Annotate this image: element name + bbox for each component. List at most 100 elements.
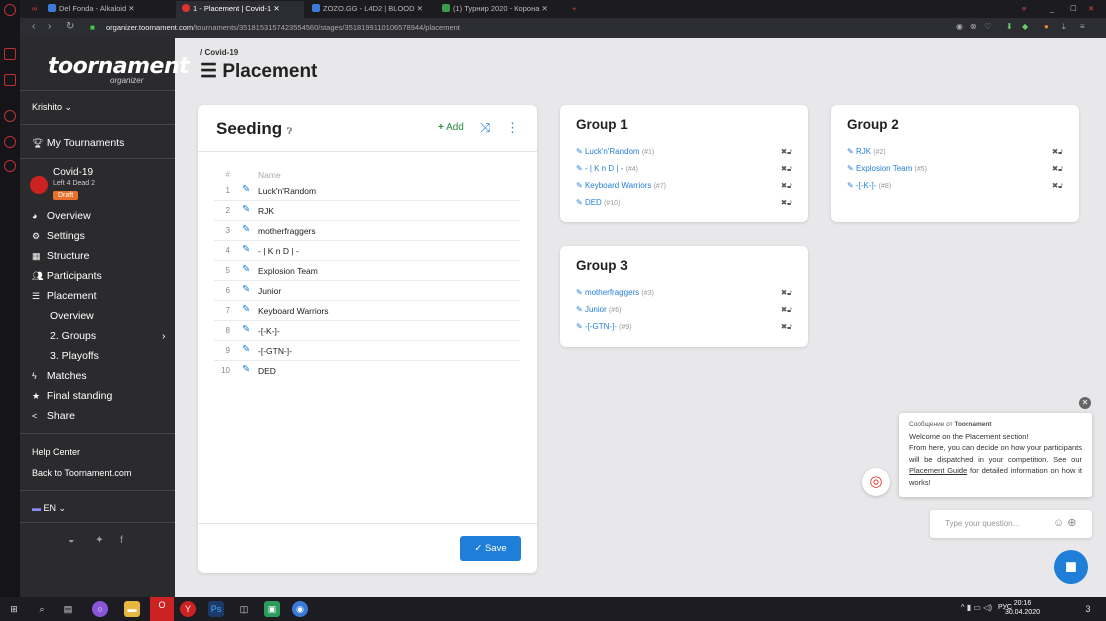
more-options-icon[interactable]: ⋮ bbox=[506, 120, 519, 136]
remove-lock-icon[interactable]: ✖🔓︎ bbox=[1052, 164, 1063, 174]
tab-placement[interactable]: 1 - Placement | Covid-1 ✕ bbox=[176, 1, 304, 18]
sidebar-subitem-overview[interactable]: Overview bbox=[50, 310, 94, 322]
emoji-icon[interactable]: ☺ bbox=[1053, 517, 1064, 529]
pencil-icon[interactable]: ✎ bbox=[242, 224, 250, 235]
new-tab-button[interactable]: + bbox=[566, 1, 580, 18]
group-entry-name[interactable]: ✎ Luck'n'Random (#1) bbox=[576, 147, 654, 156]
group-entry-name[interactable]: ✎ DED (#10) bbox=[576, 198, 620, 207]
system-tray[interactable]: ^ ▮ ▭ ◁) bbox=[961, 603, 992, 612]
tab-menu-icon[interactable]: ≡ bbox=[1016, 1, 1032, 18]
group-entry-name[interactable]: ✎ Explosion Team (#5) bbox=[847, 164, 927, 173]
chat-launcher-button[interactable]: ◼ bbox=[1054, 550, 1088, 584]
group-entry-name[interactable]: ✎ -[-K-]- (#8) bbox=[847, 181, 891, 190]
alice-icon[interactable]: ○ bbox=[92, 601, 108, 617]
tab-turnir[interactable]: (1) Турнир 2020 - Корона ✕ bbox=[436, 1, 564, 18]
url-field[interactable]: organizer.toornament.com/tournaments/351… bbox=[106, 23, 460, 32]
pencil-icon[interactable]: ✎ bbox=[242, 364, 250, 375]
sidebar-item-share[interactable]: < Share bbox=[32, 410, 75, 422]
sidebar-item-placement[interactable]: ☰ Placement bbox=[32, 290, 97, 302]
discord-icon[interactable]: ◒ bbox=[68, 534, 74, 546]
group-entry-name[interactable]: ✎ - | K n D | - (#4) bbox=[576, 164, 638, 173]
adblock-icon[interactable]: ⊗ bbox=[970, 22, 977, 31]
group-entry-name[interactable]: ✎ Junior (#6) bbox=[576, 305, 621, 314]
camera-icon[interactable]: ◉ bbox=[956, 22, 963, 31]
reload-icon[interactable]: ↻ bbox=[66, 21, 74, 32]
facebook-icon[interactable]: f bbox=[120, 534, 123, 546]
maximize-icon[interactable]: ☐ bbox=[1064, 1, 1083, 18]
placement-guide-link[interactable]: Placement Guide bbox=[909, 466, 967, 475]
sidebar-item-settings[interactable]: ⚙ Settings bbox=[32, 230, 85, 242]
twitter-icon[interactable]: ✦ bbox=[95, 534, 104, 546]
downloads-icon[interactable]: ⤓ bbox=[1062, 22, 1066, 32]
help-icon[interactable]: ❓︎ bbox=[287, 126, 292, 136]
clock[interactable]: 20:16 30.04.2020 bbox=[1005, 599, 1040, 617]
sidebar-item-overview[interactable]: ◕ Overview bbox=[32, 210, 91, 222]
opera-taskbar-icon[interactable]: O bbox=[150, 597, 174, 621]
speed-dial-icon[interactable] bbox=[4, 48, 16, 60]
attach-plus-icon[interactable]: ⊕ bbox=[1067, 517, 1076, 529]
save-button[interactable]: ✓ Save bbox=[460, 536, 521, 561]
user-menu[interactable]: Krishito ⌄ bbox=[32, 102, 72, 113]
history-icon[interactable] bbox=[4, 110, 16, 122]
remove-lock-icon[interactable]: ✖🔓︎ bbox=[781, 322, 792, 332]
sidebar-item-final-standing[interactable]: ★ Final standing bbox=[32, 390, 112, 402]
extension-icon[interactable]: ● bbox=[1044, 22, 1049, 31]
tab-del-fonda[interactable]: Del Fonda - Alkaloid ✕ bbox=[42, 1, 174, 18]
vpn-icon[interactable]: ∞ bbox=[26, 1, 38, 18]
vpn-badge-icon[interactable]: ◆ bbox=[1022, 22, 1028, 31]
remove-lock-icon[interactable]: ✖🔓︎ bbox=[781, 181, 792, 191]
search-icon[interactable]: ⌕ bbox=[34, 601, 50, 617]
add-button[interactable]: + Add bbox=[438, 122, 464, 133]
pencil-icon[interactable]: ✎ bbox=[242, 284, 250, 295]
back-to-toornament-link[interactable]: Back to Toornament.com bbox=[32, 468, 131, 478]
pencil-icon[interactable]: ✎ bbox=[242, 344, 250, 355]
sidebar-item-participants[interactable]: 👥︎ Participants bbox=[32, 270, 102, 282]
pencil-icon[interactable]: ✎ bbox=[242, 324, 250, 335]
remove-lock-icon[interactable]: ✖🔓︎ bbox=[781, 305, 792, 315]
shuffle-icon[interactable]: ⤨ bbox=[480, 120, 490, 136]
chat-close-icon[interactable]: ✕ bbox=[1079, 397, 1091, 409]
remove-lock-icon[interactable]: ✖🔓︎ bbox=[1052, 181, 1063, 191]
close-window-icon[interactable]: ✕ bbox=[1082, 1, 1100, 18]
pencil-icon[interactable]: ✎ bbox=[242, 244, 250, 255]
group-entry-name[interactable]: ✎ motherfraggers (#3) bbox=[576, 288, 654, 297]
group-entry-name[interactable]: ✎ RJK (#2) bbox=[847, 147, 886, 156]
language-select[interactable]: ▬ EN ⌄ bbox=[32, 503, 66, 514]
twitch-icon[interactable] bbox=[4, 74, 16, 86]
tournament-name[interactable]: Covid-19 bbox=[53, 167, 93, 178]
task-view-icon[interactable]: ▤ bbox=[60, 601, 76, 617]
back-icon[interactable]: ‹ bbox=[32, 21, 35, 32]
extensions-icon[interactable] bbox=[4, 136, 16, 148]
sidebar-subitem-groups[interactable]: 2. Groups bbox=[50, 330, 96, 342]
forward-icon[interactable]: › bbox=[48, 21, 51, 32]
help-center-link[interactable]: Help Center bbox=[32, 447, 80, 457]
app-green-icon[interactable]: ▣ bbox=[264, 601, 280, 617]
remove-lock-icon[interactable]: ✖🔓︎ bbox=[781, 198, 792, 208]
opera-logo-icon[interactable] bbox=[4, 4, 16, 16]
pencil-icon[interactable]: ✎ bbox=[242, 264, 250, 275]
chevron-right-icon[interactable]: › bbox=[162, 330, 166, 342]
remove-lock-icon[interactable]: ✖🔓︎ bbox=[781, 164, 792, 174]
windows-start-icon[interactable]: ⊞ bbox=[6, 601, 22, 617]
steam-icon[interactable]: ◉ bbox=[292, 601, 308, 617]
remove-lock-icon[interactable]: ✖🔓︎ bbox=[781, 288, 792, 298]
notifications-icon[interactable]: 3 bbox=[1080, 601, 1096, 617]
tab-zozo[interactable]: ZOZO.GG - L4D2 | BLOOD ✕ bbox=[306, 1, 434, 18]
group-entry-name[interactable]: ✎ -[-GTN-]- (#9) bbox=[576, 322, 632, 331]
remove-lock-icon[interactable]: ✖🔓︎ bbox=[781, 147, 792, 157]
my-tournaments-link[interactable]: 🏆︎ My Tournaments bbox=[32, 137, 124, 149]
photoshop-icon[interactable]: Ps bbox=[208, 601, 224, 617]
easy-setup-icon[interactable]: ≡ bbox=[1080, 22, 1085, 31]
media-icon[interactable]: ◫ bbox=[236, 601, 252, 617]
group-entry-name[interactable]: ✎ Keyboard Warriors (#7) bbox=[576, 181, 666, 190]
yandex-icon[interactable]: Y bbox=[180, 601, 196, 617]
pencil-icon[interactable]: ✎ bbox=[242, 304, 250, 315]
sidebar-item-structure[interactable]: ▦ Structure bbox=[32, 250, 90, 262]
minimize-icon[interactable]: _ bbox=[1044, 1, 1060, 18]
sidebar-item-matches[interactable]: ϟ Matches bbox=[32, 370, 87, 382]
pencil-icon[interactable]: ✎ bbox=[242, 204, 250, 215]
heart-icon[interactable]: ♡ bbox=[984, 22, 991, 31]
file-explorer-icon[interactable]: ▬ bbox=[124, 601, 140, 617]
remove-lock-icon[interactable]: ✖🔓︎ bbox=[1052, 147, 1063, 157]
download-arrow-icon[interactable]: ⬇ bbox=[1006, 22, 1013, 31]
